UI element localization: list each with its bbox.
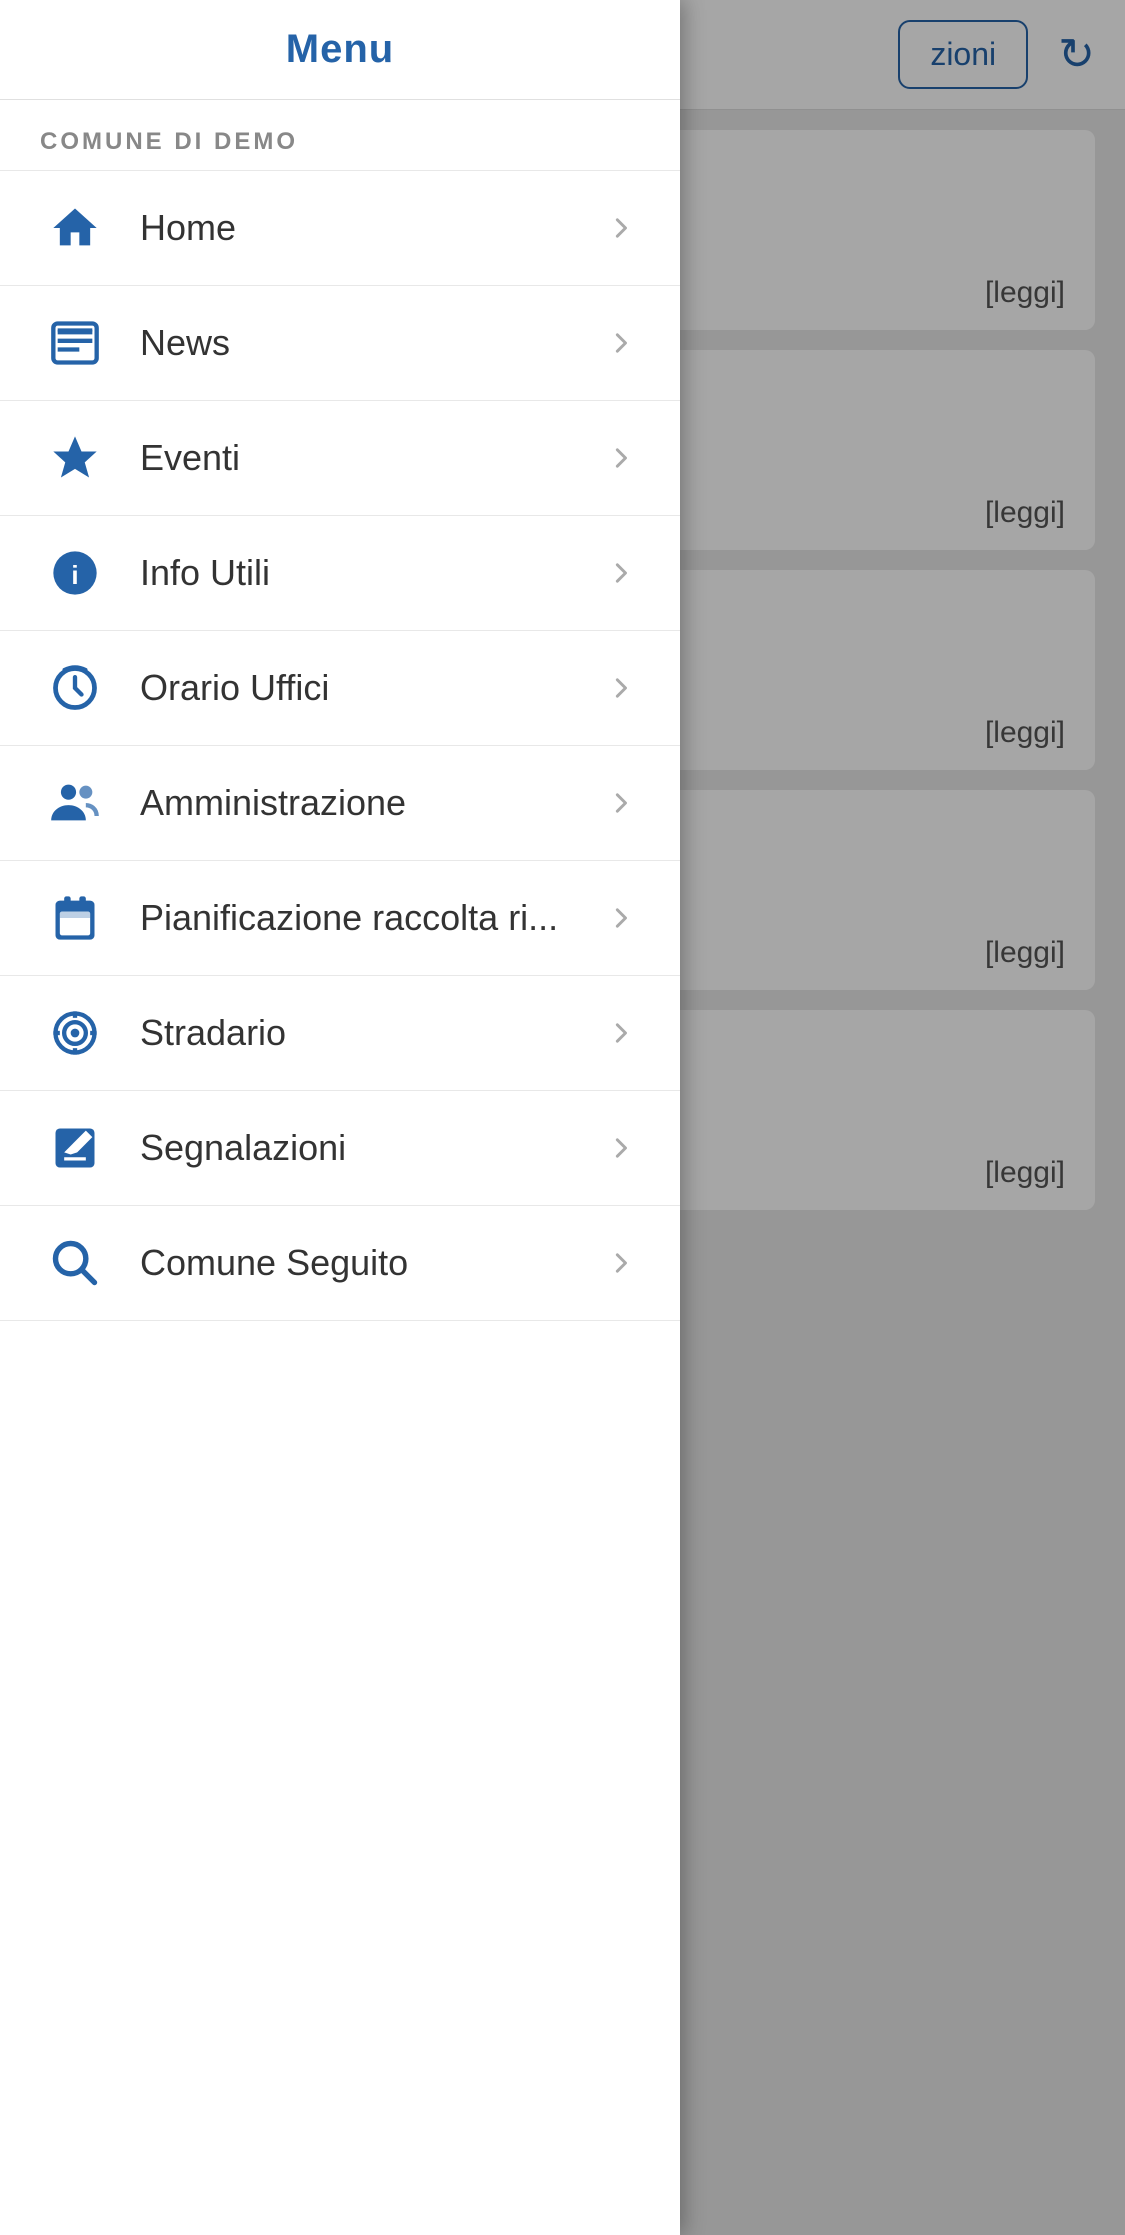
menu-item-segnalazioni-label: Segnalazioni	[140, 1127, 604, 1169]
menu-item-info-utili-label: Info Utili	[140, 552, 604, 594]
calendar-icon	[40, 892, 110, 944]
svg-text:i: i	[71, 560, 78, 590]
menu-item-home[interactable]: Home	[0, 171, 680, 286]
clock-icon	[40, 662, 110, 714]
menu-item-pianificazione[interactable]: Pianificazione raccolta ri...	[0, 861, 680, 976]
menu-header: Menu	[0, 0, 680, 100]
chevron-right-icon	[604, 1019, 640, 1047]
menu-item-segnalazioni[interactable]: Segnalazioni	[0, 1091, 680, 1206]
menu-list: Home News	[0, 171, 680, 2235]
edit-icon	[40, 1122, 110, 1174]
chevron-right-icon	[604, 789, 640, 817]
menu-item-orario-uffici-label: Orario Uffici	[140, 667, 604, 709]
menu-drawer: Menu COMUNE DI DEMO Home	[0, 0, 680, 2235]
menu-item-pianificazione-label: Pianificazione raccolta ri...	[140, 897, 604, 939]
target-icon	[40, 1007, 110, 1059]
menu-item-amministrazione-label: Amministrazione	[140, 782, 604, 824]
menu-item-news[interactable]: News	[0, 286, 680, 401]
chevron-right-icon	[604, 444, 640, 472]
info-icon: i	[40, 547, 110, 599]
menu-item-comune-seguito[interactable]: Comune Seguito	[0, 1206, 680, 1321]
menu-item-eventi[interactable]: Eventi	[0, 401, 680, 516]
menu-item-stradario[interactable]: Stradario	[0, 976, 680, 1091]
home-icon	[40, 202, 110, 254]
chevron-right-icon	[604, 904, 640, 932]
menu-item-amministrazione[interactable]: Amministrazione	[0, 746, 680, 861]
chevron-right-icon	[604, 329, 640, 357]
chevron-right-icon	[604, 1249, 640, 1277]
menu-item-orario-uffici[interactable]: Orario Uffici	[0, 631, 680, 746]
chevron-right-icon	[604, 214, 640, 242]
search-icon	[40, 1237, 110, 1289]
menu-item-info-utili[interactable]: i Info Utili	[0, 516, 680, 631]
group-icon	[40, 777, 110, 829]
menu-item-home-label: Home	[140, 207, 604, 249]
menu-item-eventi-label: Eventi	[140, 437, 604, 479]
menu-item-comune-seguito-label: Comune Seguito	[140, 1242, 604, 1284]
chevron-right-icon	[604, 1134, 640, 1162]
chevron-right-icon	[604, 559, 640, 587]
menu-section-label: COMUNE DI DEMO	[0, 100, 680, 171]
news-icon	[40, 317, 110, 369]
menu-item-stradario-label: Stradario	[140, 1012, 604, 1054]
eventi-icon	[40, 432, 110, 484]
chevron-right-icon	[604, 674, 640, 702]
menu-item-news-label: News	[140, 322, 604, 364]
menu-title: Menu	[286, 27, 394, 72]
